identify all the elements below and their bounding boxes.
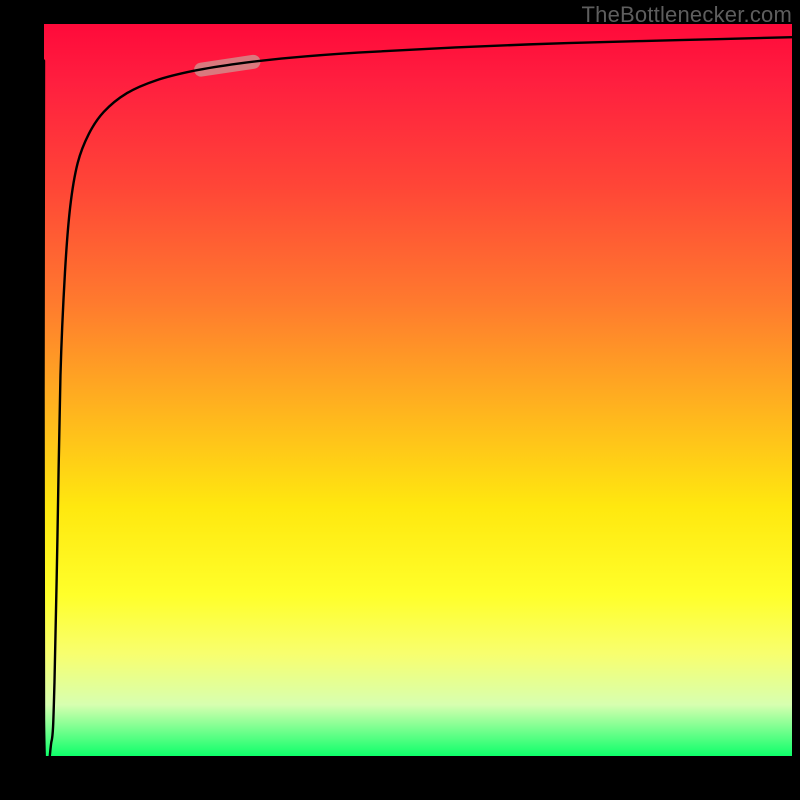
plot-area (44, 24, 792, 756)
chart-frame: TheBottlenecker.com (0, 0, 800, 800)
curve-path (43, 37, 792, 778)
bottleneck-curve (44, 24, 792, 756)
watermark-text: TheBottlenecker.com (582, 2, 792, 28)
